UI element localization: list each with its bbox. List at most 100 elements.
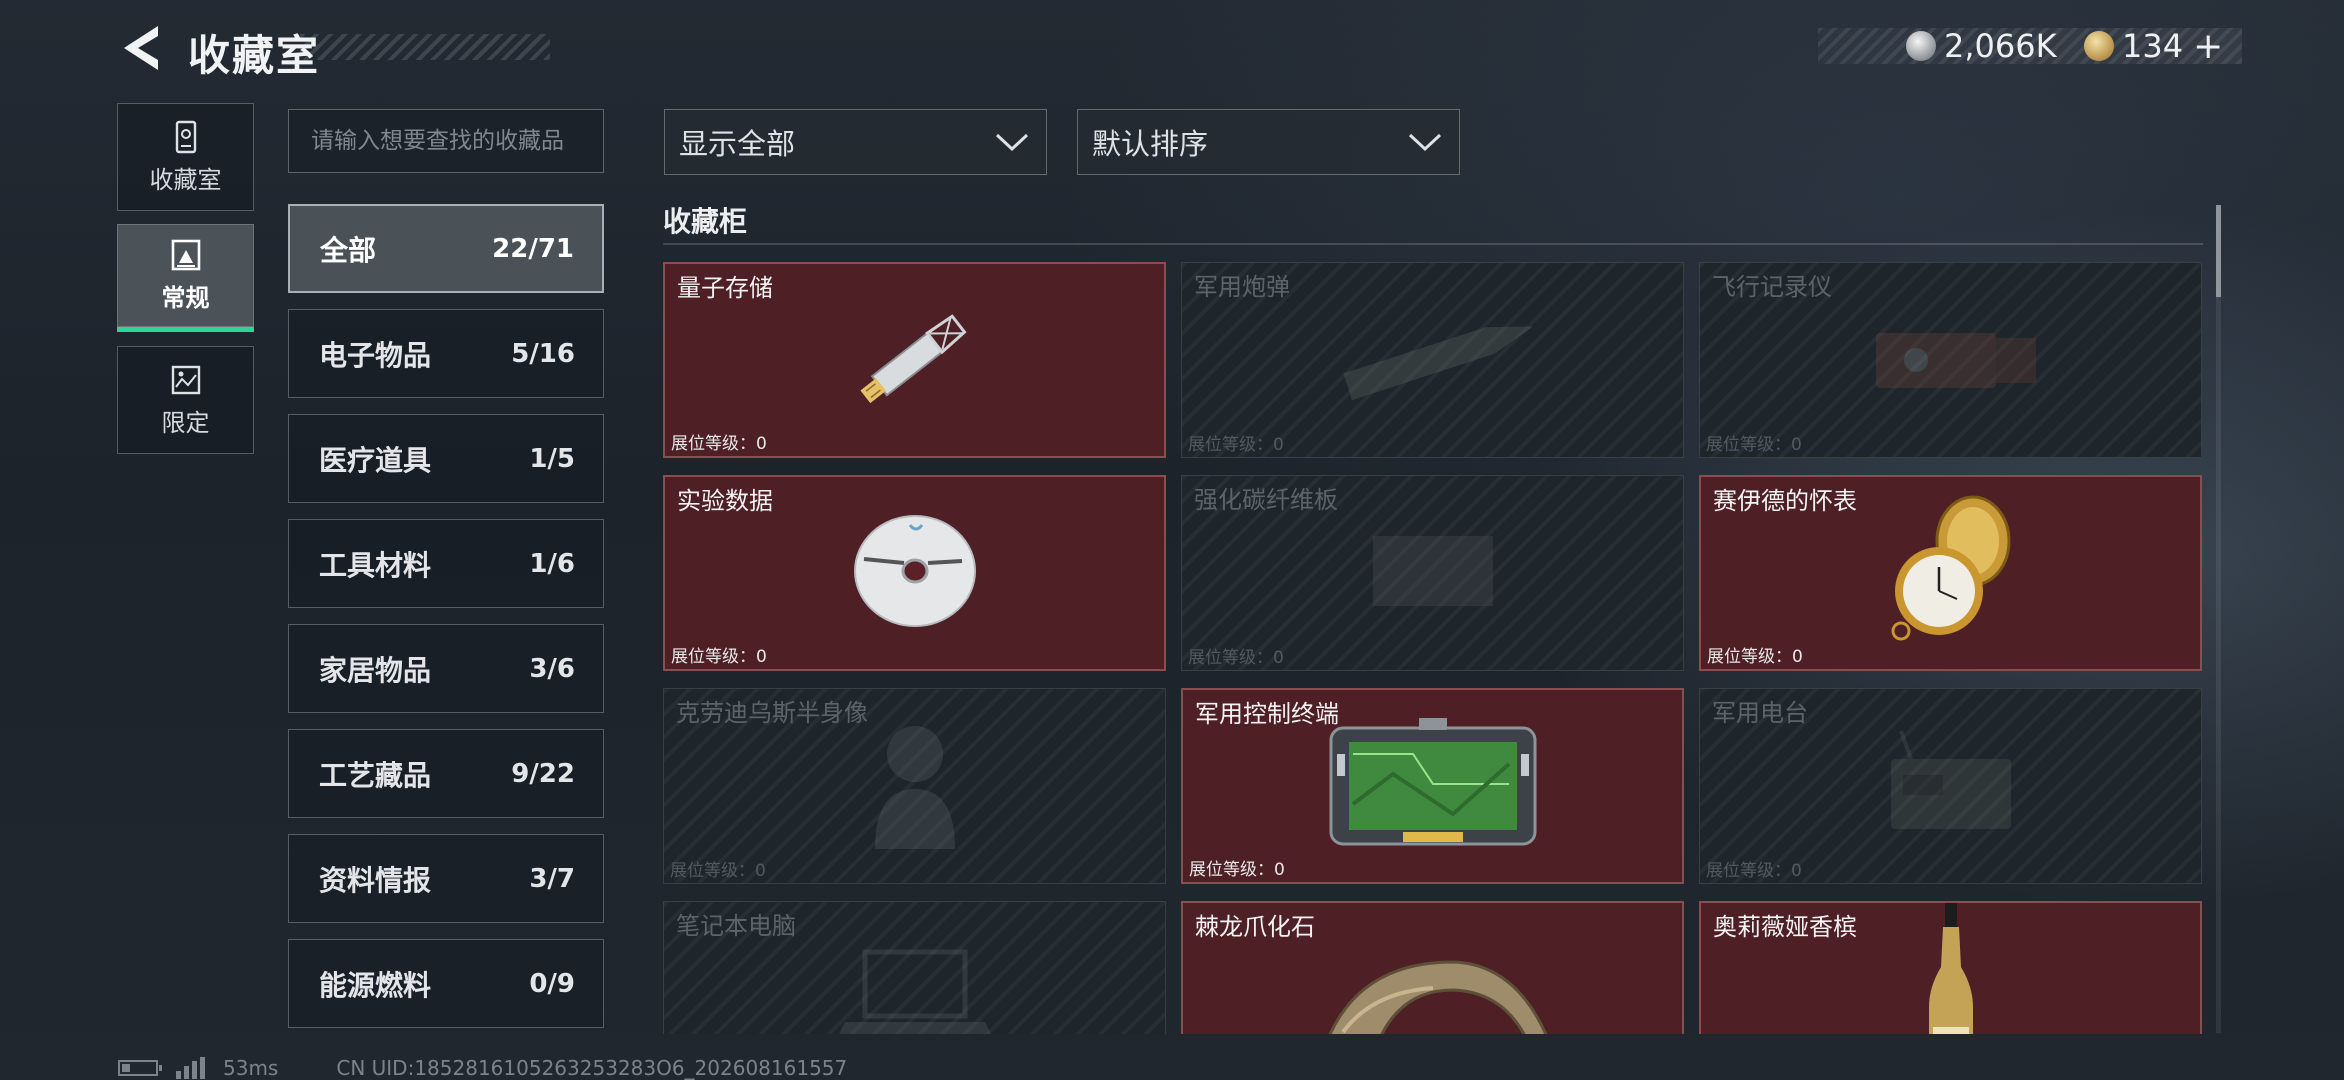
booth-level-label: 展位等级： [1189,860,1274,880]
collection-item-card[interactable]: 强化碳纤维板展位等级：0 [1181,475,1684,671]
nav-item-regular[interactable]: 常规 [117,224,254,332]
usb-icon [850,298,980,422]
booth-level-value: 0 [1792,647,1803,667]
booth-level-value: 0 [756,647,767,667]
card-corner-decoration [2194,477,2200,483]
booth-level-label: 展位等级： [1706,861,1791,881]
booth-level-value: 0 [755,861,766,881]
collection-item-card[interactable]: 笔记本电脑 [663,901,1166,1034]
booth-level-label: 展位等级： [1707,647,1792,667]
radio-icon [1871,729,2031,843]
category-name: 家居物品 [319,653,432,687]
item-name: 奥莉薇娅香槟 [1713,913,1857,941]
booth-level-value: 0 [1273,435,1284,455]
collection-item-card[interactable]: 实验数据 展位等级：0 [663,475,1166,671]
item-name: 强化碳纤维板 [1194,486,1338,514]
booth-level-label: 展位等级： [670,861,755,881]
item-name: 军用炮弹 [1194,273,1290,301]
item-name: 军用电台 [1712,699,1808,727]
card-corner-decoration [1183,903,1189,909]
add-currency-button[interactable]: + [2193,26,2223,67]
category-medical[interactable]: 医疗道具 1/5 [288,414,604,503]
booth-level-label: 展位等级： [1188,435,1273,455]
booth-level: 展位等级：0 [670,856,766,881]
sort-dropdown[interactable]: 默认排序 [1077,109,1460,175]
nav-label: 常规 [161,284,210,312]
booth-level-value: 0 [1274,860,1285,880]
card-corner-decoration [1158,663,1164,669]
collection-item-card[interactable]: 奥莉薇娅香槟 [1699,901,2202,1034]
category-name: 医疗道具 [319,443,432,477]
card-corner-decoration [1701,477,1707,483]
category-household[interactable]: 家居物品 3/6 [288,624,604,713]
booth-level: 展位等级：0 [1188,643,1284,668]
category-tools[interactable]: 工具材料 1/6 [288,519,604,608]
page-title: 收藏室 [188,31,321,80]
item-name: 赛伊德的怀表 [1713,487,1857,515]
card-corner-decoration [1158,264,1164,270]
cabinet-title: 收藏柜 [663,205,748,238]
category-name: 资料情报 [319,863,432,897]
gold-coin-icon [2084,31,2114,61]
category-all[interactable]: 全部 22/71 [288,204,604,293]
booth-level-label: 展位等级： [671,647,756,667]
display-filter-dropdown[interactable]: 显示全部 [664,109,1047,175]
booth-level: 展位等级：0 [1188,430,1284,455]
collection-item-card[interactable]: 克劳迪乌斯半身像 展位等级：0 [663,688,1166,884]
scrollbar-track[interactable] [2216,205,2221,1033]
collection-item-card[interactable]: 军用控制终端展位等级：0 [1181,688,1684,884]
card-corner-decoration [1701,903,1707,909]
collection-item-card[interactable]: 量子存储 展位等级：0 [663,262,1166,458]
category-count: 0/9 [529,968,575,999]
category-name: 工艺藏品 [319,758,432,792]
booth-level-value: 0 [1791,435,1802,455]
booth-level: 展位等级：0 [1706,430,1802,455]
item-name: 量子存储 [677,274,773,302]
booth-level-label: 展位等级： [1706,435,1791,455]
nav-item-collection-room[interactable]: 收藏室 [117,103,254,211]
category-count: 5/16 [511,338,575,369]
bust-icon [855,709,975,863]
locker-icon [175,120,196,153]
chevron-down-icon [995,133,1029,152]
category-intel[interactable]: 资料情报 3/7 [288,834,604,923]
collection-item-card[interactable]: 赛伊德的怀表展位等级：0 [1699,475,2202,671]
watch-icon [1881,491,2021,655]
chevron-down-icon [1408,133,1442,152]
category-crafts[interactable]: 工艺藏品 9/22 [288,729,604,818]
collection-item-card[interactable]: 棘龙爪化石 [1181,901,1684,1034]
card-corner-decoration [1183,876,1189,882]
currency-bar: 2,066K 134 + [1818,26,2242,67]
battery-icon [118,1060,162,1076]
terminal-icon [1323,714,1543,858]
plate-icon [1363,526,1503,620]
collection-item-card[interactable]: 飞行记录仪 展位等级：0 [1699,262,2202,458]
gold-amount: 134 [2122,27,2184,65]
card-corner-decoration [1676,876,1682,882]
claw-icon [1283,932,1583,1034]
recorder-icon [1856,308,2046,412]
category-count: 22/71 [492,233,574,264]
category-electronics[interactable]: 电子物品 5/16 [288,309,604,398]
signal-icon [176,1057,205,1079]
category-count: 1/5 [529,443,575,474]
category-energy[interactable]: 能源燃料 0/9 [288,939,604,1028]
back-arrow-icon[interactable] [118,24,160,72]
item-name: 军用控制终端 [1195,700,1339,728]
booth-level: 展位等级：0 [671,642,767,667]
nav-item-limited[interactable]: 限定 [117,346,254,454]
booth-level: 展位等级：0 [1707,642,1803,667]
silver-amount: 2,066K [1944,27,2057,65]
cabinet-divider [663,243,2203,245]
scrollbar-thumb[interactable] [2216,205,2221,297]
item-name: 棘龙爪化石 [1195,913,1315,941]
collection-item-card[interactable]: 军用炮弹展位等级：0 [1181,262,1684,458]
category-count: 3/7 [529,863,575,894]
booth-level: 展位等级：0 [1706,856,1802,881]
card-corner-decoration [2194,663,2200,669]
collection-item-card[interactable]: 军用电台展位等级：0 [1699,688,2202,884]
card-corner-decoration [1183,690,1189,696]
card-corner-decoration [665,450,671,456]
limited-collection-icon [171,365,200,394]
search-input[interactable] [288,109,604,173]
